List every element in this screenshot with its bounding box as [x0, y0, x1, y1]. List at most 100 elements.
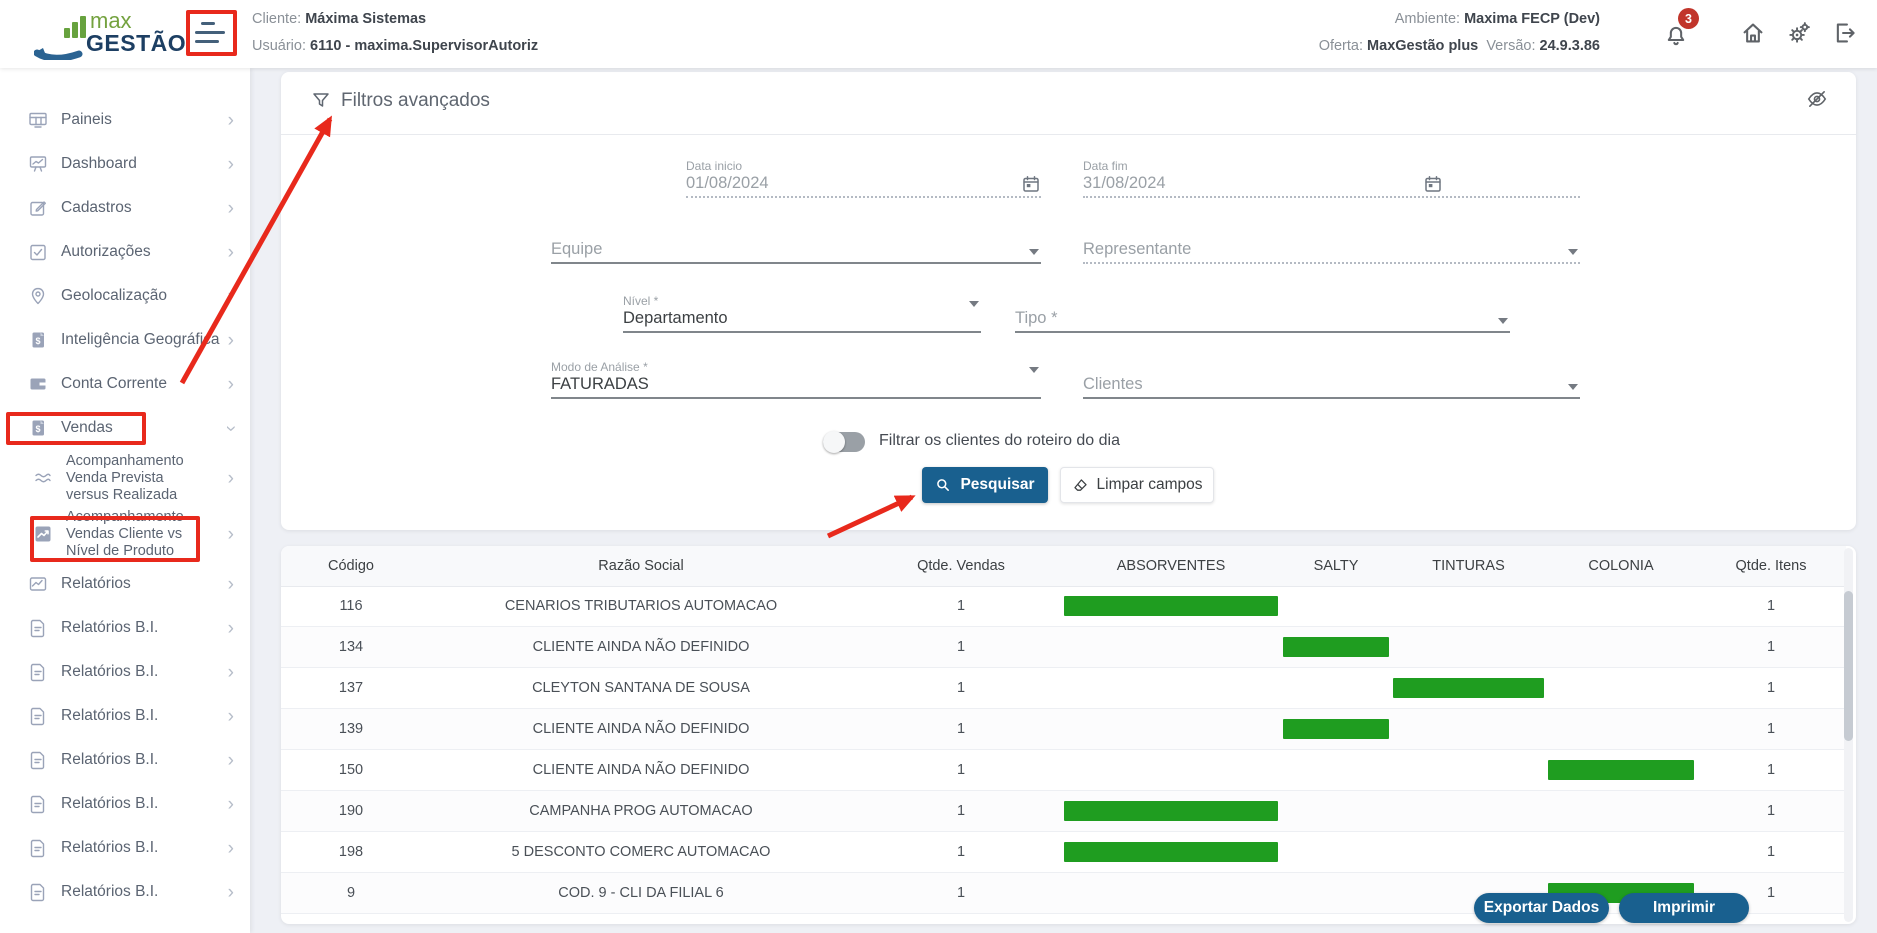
cell-razao-social: COD. 9 - CLI DA FILIAL 6 — [421, 873, 861, 913]
sidebar-item-autorizacoes[interactable]: Autorizações› — [0, 230, 250, 274]
cell-colonia — [1546, 627, 1696, 667]
sidebar-item-relatorios-b-i[interactable]: Relatórios B.I.› — [0, 782, 250, 826]
calendar-icon[interactable] — [1423, 174, 1443, 194]
team-select[interactable]: Equipe — [551, 240, 1041, 264]
check-square-icon — [28, 242, 48, 262]
cell-qtde-vendas: 1 — [861, 832, 1061, 872]
sidebar-item-geolocalizacao[interactable]: Geolocalização› — [0, 274, 250, 318]
column-header-codigo: Código — [281, 546, 421, 586]
table-row: 137CLEYTON SANTANA DE SOUSA11 — [281, 668, 1846, 709]
clear-fields-button[interactable]: Limpar campos — [1060, 467, 1214, 503]
print-button[interactable]: Imprimir — [1619, 893, 1749, 923]
annotation-box-vendas-cliente — [30, 516, 200, 562]
date-end-field[interactable]: Data fim 31/08/2024 — [1083, 159, 1580, 198]
cell-qtde-vendas: 1 — [861, 791, 1061, 831]
sidebar-item-label: Paineis — [61, 111, 112, 129]
panels-icon — [28, 110, 48, 130]
clients-select[interactable]: Clientes — [1083, 375, 1580, 399]
filter-funnel-icon — [311, 91, 331, 111]
level-value: Departamento — [623, 309, 981, 331]
cell-salty — [1281, 627, 1391, 667]
cell-qtde-itens: 1 — [1696, 750, 1846, 790]
sidebar-item-conta-corrente[interactable]: Conta Corrente› — [0, 362, 250, 406]
chevron-down-icon — [969, 301, 979, 307]
cell-colonia — [1546, 709, 1696, 749]
chevron-right-icon: › — [228, 469, 234, 488]
filters-title: Filtros avançados — [311, 90, 490, 112]
type-select[interactable]: Tipo * — [1015, 309, 1510, 333]
sidebar-item-label: Relatórios B.I. — [61, 839, 158, 857]
map-pin-icon — [28, 286, 48, 306]
chevron-down-icon — [1498, 318, 1508, 324]
date-start-field[interactable]: Data inicio 01/08/2024 — [686, 159, 1041, 198]
ambiente-label: Ambiente: — [1395, 11, 1460, 27]
chevron-right-icon: › — [228, 575, 234, 594]
sidebar-item-relatorios-b-i[interactable]: Relatórios B.I.› — [0, 606, 250, 650]
logo-hand-icon — [34, 40, 86, 60]
table-scrollbar-thumb[interactable] — [1844, 591, 1853, 741]
chevron-right-icon: › — [228, 287, 234, 306]
sidebar-item-relatorios-b-i[interactable]: Relatórios B.I. › — [0, 826, 250, 870]
calendar-icon[interactable] — [1021, 174, 1041, 194]
chevron-right-icon: › — [228, 243, 234, 262]
sidebar-item-cadastros[interactable]: Cadastros› — [0, 186, 250, 230]
level-select[interactable]: Nível * Departamento — [623, 294, 981, 333]
route-clients-toggle[interactable] — [823, 432, 865, 452]
type-underline — [1015, 331, 1510, 333]
app-logo[interactable]: max GESTÃO — [28, 6, 178, 62]
export-data-button[interactable]: Exportar Dados — [1474, 893, 1609, 923]
sidebar-item-paineis[interactable]: Paineis › — [0, 98, 250, 142]
sales-bar — [1283, 637, 1390, 657]
cell-qtde-itens: 1 — [1696, 709, 1846, 749]
chevron-right-icon: › — [228, 155, 234, 174]
hide-filters-eye-off-icon[interactable] — [1806, 88, 1828, 110]
table-row: 134CLIENTE AINDA NÃO DEFINIDO11 — [281, 627, 1846, 668]
sales-bar — [1393, 678, 1543, 698]
clients-underline — [1083, 397, 1580, 399]
column-header-qtde-vendas: Qtde. Vendas — [861, 546, 1061, 586]
sidebar-item-relatorios-b-i[interactable]: Relatórios B.I.› — [0, 870, 250, 914]
settings-gears-icon[interactable] — [1786, 20, 1814, 48]
cell-qtde-itens: 1 — [1696, 791, 1846, 831]
analysis-mode-select[interactable]: Modo de Análise * FATURADAS — [551, 360, 1041, 399]
chevron-down-icon — [1029, 367, 1039, 373]
svg-text:$: $ — [35, 336, 40, 346]
chevron-right-icon: › — [228, 111, 234, 130]
sidebar-item-relatorios-b-i[interactable]: Relatórios B.I.› — [0, 650, 250, 694]
search-icon — [935, 477, 952, 494]
filters-divider — [281, 134, 1856, 135]
sidebar-item-relatorios-b-i[interactable]: Relatórios B.I.› — [0, 738, 250, 782]
logout-icon[interactable] — [1832, 20, 1860, 48]
sidebar-item-relatorios[interactable]: Relatórios› — [0, 562, 250, 606]
sidebar-item-relatorios-b-i[interactable]: Relatórios B.I.› — [0, 694, 250, 738]
cell-qtde-vendas: 1 — [861, 627, 1061, 667]
user-label: Usuário: — [252, 38, 306, 54]
cell-salty — [1281, 832, 1391, 872]
cell-absorventes — [1061, 709, 1281, 749]
oferta-label: Oferta: — [1319, 38, 1363, 54]
sidebar-item-inteligencia-geografica[interactable]: $Inteligência Geográfica› — [0, 318, 250, 362]
sidebar-item-dashboard[interactable]: Dashboard› — [0, 142, 250, 186]
sidebar-nav: Paineis›Dashboard›Cadastros›Autorizações… — [0, 68, 250, 933]
chevron-right-icon: › — [228, 619, 234, 638]
mail-chart-icon — [28, 574, 48, 594]
notification-count-badge[interactable]: 3 — [1678, 8, 1699, 29]
clients-placeholder: Clientes — [1083, 375, 1580, 397]
cell-tinturas — [1391, 586, 1546, 626]
cell-salty — [1281, 791, 1391, 831]
home-icon[interactable] — [1740, 20, 1768, 48]
doc-icon — [28, 838, 48, 858]
cell-razao-social: CAMPANHA PROG AUTOMACAO — [421, 791, 861, 831]
search-button[interactable]: Pesquisar — [922, 467, 1048, 503]
annotation-box-vendas — [6, 412, 146, 445]
cell-absorventes — [1061, 668, 1281, 708]
representative-placeholder: Representante — [1083, 240, 1580, 262]
sidebar-item-acompanhamento-venda-prevista-versus-realizada[interactable]: Acompanhamento Venda Prevista versus Rea… — [0, 450, 250, 506]
representative-select[interactable]: Representante — [1083, 240, 1580, 264]
chevron-right-icon: › — [228, 839, 234, 858]
table-row: 190CAMPANHA PROG AUTOMACAO11 — [281, 791, 1846, 832]
cell-tinturas — [1391, 668, 1546, 708]
cell-codigo: 9 — [281, 873, 421, 913]
cell-absorventes — [1061, 750, 1281, 790]
cell-qtde-itens: 1 — [1696, 586, 1846, 626]
